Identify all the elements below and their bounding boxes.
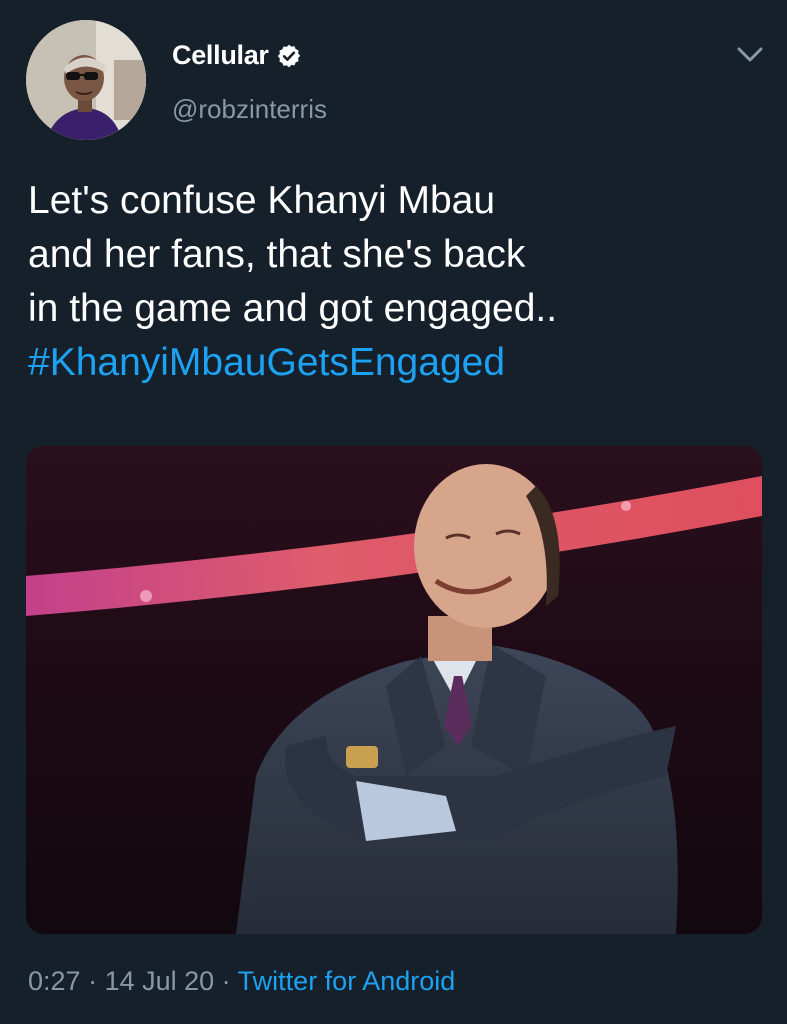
- avatar-image: [26, 20, 146, 140]
- tweet-source-link[interactable]: Twitter for Android: [238, 966, 456, 996]
- user-name-row[interactable]: Cellular: [172, 40, 302, 71]
- tweet-text-line: Let's confuse Khanyi Mbau: [28, 179, 496, 222]
- display-name[interactable]: Cellular: [172, 40, 269, 71]
- tweet-text-line: in the game and got engaged..: [28, 287, 558, 330]
- avatar[interactable]: [26, 20, 146, 140]
- tweet-date: 14 Jul 20: [104, 966, 215, 996]
- verified-badge-icon: [277, 44, 300, 67]
- tweet-meta: 0:27 · 14 Jul 20 · Twitter for Android: [28, 966, 455, 997]
- user-handle[interactable]: @robzinterris: [172, 94, 327, 125]
- tweet-text-line: and her fans, that she's back: [28, 233, 526, 276]
- meta-separator: ·: [80, 966, 105, 996]
- photo-man-in-suit-icon: [26, 446, 762, 934]
- hashtag-link[interactable]: #KhanyiMbauGetsEngaged: [28, 336, 768, 390]
- chevron-down-icon[interactable]: [733, 40, 767, 68]
- tweet-time: 0:27: [28, 966, 81, 996]
- tweet-text: Let's confuse Khanyi Mbau and her fans, …: [28, 174, 768, 390]
- meta-separator: ·: [214, 966, 238, 996]
- tweet-media-image[interactable]: [26, 446, 762, 934]
